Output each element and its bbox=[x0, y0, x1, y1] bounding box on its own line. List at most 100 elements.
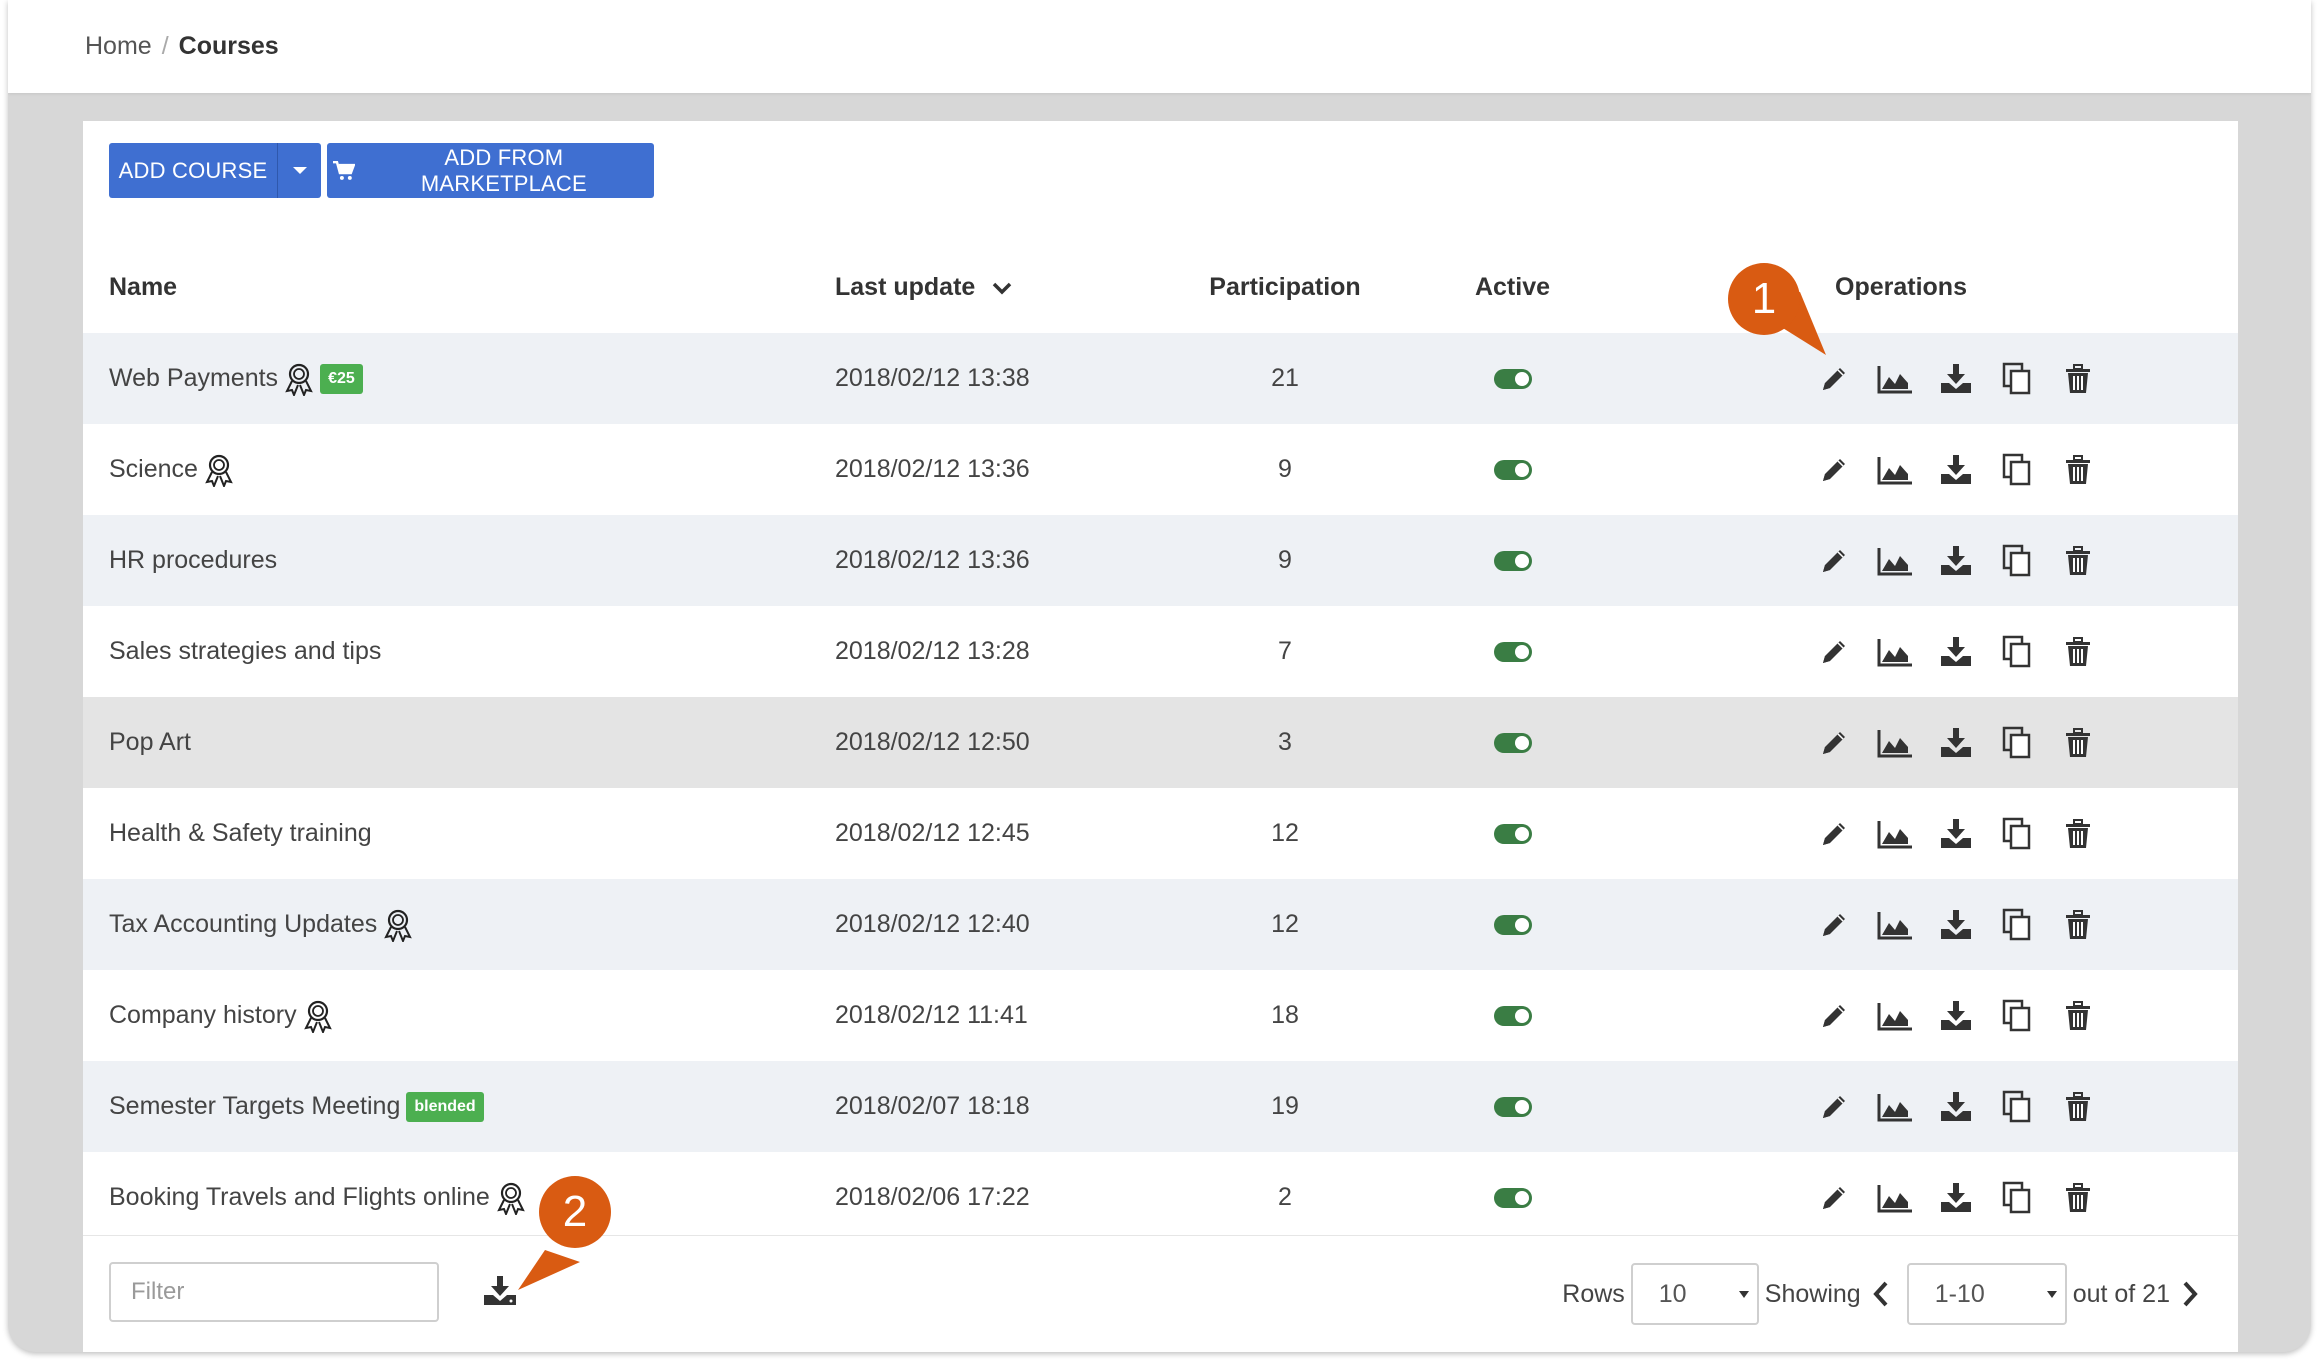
area-chart-icon[interactable] bbox=[1875, 814, 1915, 854]
download-icon[interactable] bbox=[1936, 632, 1976, 672]
table-row[interactable]: Web Payments €25 2018/02/12 13:38 21 bbox=[83, 333, 2238, 424]
export-download-icon[interactable] bbox=[483, 1276, 517, 1311]
active-toggle[interactable] bbox=[1493, 824, 1532, 845]
column-header-active[interactable]: Active bbox=[1395, 241, 1630, 333]
active-toggle[interactable] bbox=[1493, 915, 1532, 936]
filter-input[interactable] bbox=[109, 1262, 439, 1322]
pencil-icon[interactable] bbox=[1814, 450, 1854, 490]
add-course-dropdown-toggle[interactable] bbox=[277, 143, 321, 198]
course-name[interactable]: Web Payments bbox=[109, 364, 278, 393]
download-icon[interactable] bbox=[1936, 359, 1976, 399]
table-row[interactable]: Science 2018/02/12 13:36 9 bbox=[83, 424, 2238, 515]
copy-icon[interactable] bbox=[1997, 450, 2037, 490]
breadcrumb-home-link[interactable]: Home bbox=[85, 32, 152, 61]
active-toggle[interactable] bbox=[1493, 1097, 1532, 1118]
active-toggle[interactable] bbox=[1493, 1006, 1532, 1027]
copy-icon[interactable] bbox=[1997, 541, 2037, 581]
pencil-icon[interactable] bbox=[1814, 905, 1854, 945]
trash-icon[interactable] bbox=[2058, 359, 2098, 399]
pencil-icon[interactable] bbox=[1814, 723, 1854, 763]
area-chart-icon[interactable] bbox=[1875, 450, 1915, 490]
area-chart-icon[interactable] bbox=[1875, 541, 1915, 581]
trash-icon[interactable] bbox=[2058, 632, 2098, 672]
trash-icon[interactable] bbox=[2058, 541, 2098, 581]
course-name[interactable]: Sales strategies and tips bbox=[109, 637, 381, 666]
trash-icon[interactable] bbox=[2058, 996, 2098, 1036]
area-chart-icon[interactable] bbox=[1875, 996, 1915, 1036]
active-toggle[interactable] bbox=[1493, 460, 1532, 481]
copy-icon[interactable] bbox=[1997, 814, 2037, 854]
column-header-last-update[interactable]: Last update bbox=[835, 241, 1175, 333]
area-chart-icon[interactable] bbox=[1875, 723, 1915, 763]
download-icon[interactable] bbox=[1936, 996, 1976, 1036]
certificate-award-icon bbox=[496, 1181, 526, 1215]
pencil-icon[interactable] bbox=[1814, 996, 1854, 1036]
active-toggle[interactable] bbox=[1493, 369, 1532, 390]
download-icon[interactable] bbox=[1936, 723, 1976, 763]
download-icon[interactable] bbox=[1936, 541, 1976, 581]
active-toggle[interactable] bbox=[1493, 642, 1532, 663]
copy-icon[interactable] bbox=[1997, 723, 2037, 763]
table-row[interactable]: Tax Accounting Updates 2018/02/12 12:40 … bbox=[83, 879, 2238, 970]
table-row[interactable]: Health & Safety training 2018/02/12 12:4… bbox=[83, 788, 2238, 879]
pencil-icon[interactable] bbox=[1814, 541, 1854, 581]
trash-icon[interactable] bbox=[2058, 1087, 2098, 1127]
course-name[interactable]: Health & Safety training bbox=[109, 819, 372, 848]
pencil-icon[interactable] bbox=[1814, 814, 1854, 854]
page-range-select[interactable]: 1-10 bbox=[1906, 1263, 2067, 1325]
courses-panel: ADD COURSE ADD FROM MARKETPLACE Name Las… bbox=[83, 121, 2238, 1352]
active-toggle[interactable] bbox=[1493, 1188, 1532, 1209]
course-name[interactable]: Pop Art bbox=[109, 728, 191, 757]
active-toggle[interactable] bbox=[1493, 733, 1532, 754]
last-update-cell: 2018/02/06 17:22 bbox=[835, 1183, 1030, 1211]
copy-icon[interactable] bbox=[1997, 905, 2037, 945]
download-icon[interactable] bbox=[1936, 1087, 1976, 1127]
course-name[interactable]: Science bbox=[109, 455, 198, 484]
area-chart-icon[interactable] bbox=[1875, 359, 1915, 399]
next-page-chevron-right-icon[interactable] bbox=[2182, 1281, 2198, 1307]
area-chart-icon[interactable] bbox=[1875, 1178, 1915, 1218]
area-chart-icon[interactable] bbox=[1875, 905, 1915, 945]
copy-icon[interactable] bbox=[1997, 996, 2037, 1036]
table-row[interactable]: Sales strategies and tips 2018/02/12 13:… bbox=[83, 606, 2238, 697]
table-row[interactable]: Semester Targets Meeting blended 2018/02… bbox=[83, 1061, 2238, 1152]
table-row[interactable]: Booking Travels and Flights online 2018/… bbox=[83, 1152, 2238, 1243]
operations-cell bbox=[1630, 879, 2238, 970]
copy-icon[interactable] bbox=[1997, 1087, 2037, 1127]
table-row[interactable]: Pop Art 2018/02/12 12:50 3 bbox=[83, 697, 2238, 788]
table-row[interactable]: Company history 2018/02/12 11:41 18 bbox=[83, 970, 2238, 1061]
area-chart-icon[interactable] bbox=[1875, 632, 1915, 672]
column-header-participation[interactable]: Participation bbox=[1175, 241, 1395, 333]
course-name[interactable]: Tax Accounting Updates bbox=[109, 910, 377, 939]
table-row[interactable]: HR procedures 2018/02/12 13:36 9 bbox=[83, 515, 2238, 606]
trash-icon[interactable] bbox=[2058, 814, 2098, 854]
rows-per-page-select[interactable]: 10 bbox=[1630, 1263, 1759, 1325]
course-name[interactable]: Company history bbox=[109, 1001, 297, 1030]
course-name[interactable]: Booking Travels and Flights online bbox=[109, 1183, 490, 1212]
download-icon[interactable] bbox=[1936, 814, 1976, 854]
copy-icon[interactable] bbox=[1997, 632, 2037, 672]
trash-icon[interactable] bbox=[2058, 905, 2098, 945]
copy-icon[interactable] bbox=[1997, 359, 2037, 399]
trash-icon[interactable] bbox=[2058, 1178, 2098, 1218]
trash-icon[interactable] bbox=[2058, 723, 2098, 763]
trash-icon[interactable] bbox=[2058, 450, 2098, 490]
pencil-icon[interactable] bbox=[1814, 359, 1854, 399]
add-course-button[interactable]: ADD COURSE bbox=[109, 143, 277, 198]
download-icon[interactable] bbox=[1936, 1178, 1976, 1218]
download-icon[interactable] bbox=[1936, 450, 1976, 490]
add-from-marketplace-button[interactable]: ADD FROM MARKETPLACE bbox=[327, 143, 654, 198]
area-chart-icon[interactable] bbox=[1875, 1087, 1915, 1127]
pencil-icon[interactable] bbox=[1814, 632, 1854, 672]
pencil-icon[interactable] bbox=[1814, 1087, 1854, 1127]
participation-cell: 21 bbox=[1271, 364, 1299, 392]
course-name[interactable]: HR procedures bbox=[109, 546, 277, 575]
download-icon[interactable] bbox=[1936, 905, 1976, 945]
table-footer: Rows 10 Showing 1-10 out of 21 bbox=[83, 1235, 2238, 1352]
pencil-icon[interactable] bbox=[1814, 1178, 1854, 1218]
previous-page-chevron-left-icon[interactable] bbox=[1872, 1281, 1889, 1307]
course-name[interactable]: Semester Targets Meeting bbox=[109, 1092, 400, 1121]
active-toggle[interactable] bbox=[1493, 551, 1532, 572]
column-header-name[interactable]: Name bbox=[83, 241, 835, 333]
copy-icon[interactable] bbox=[1997, 1178, 2037, 1218]
